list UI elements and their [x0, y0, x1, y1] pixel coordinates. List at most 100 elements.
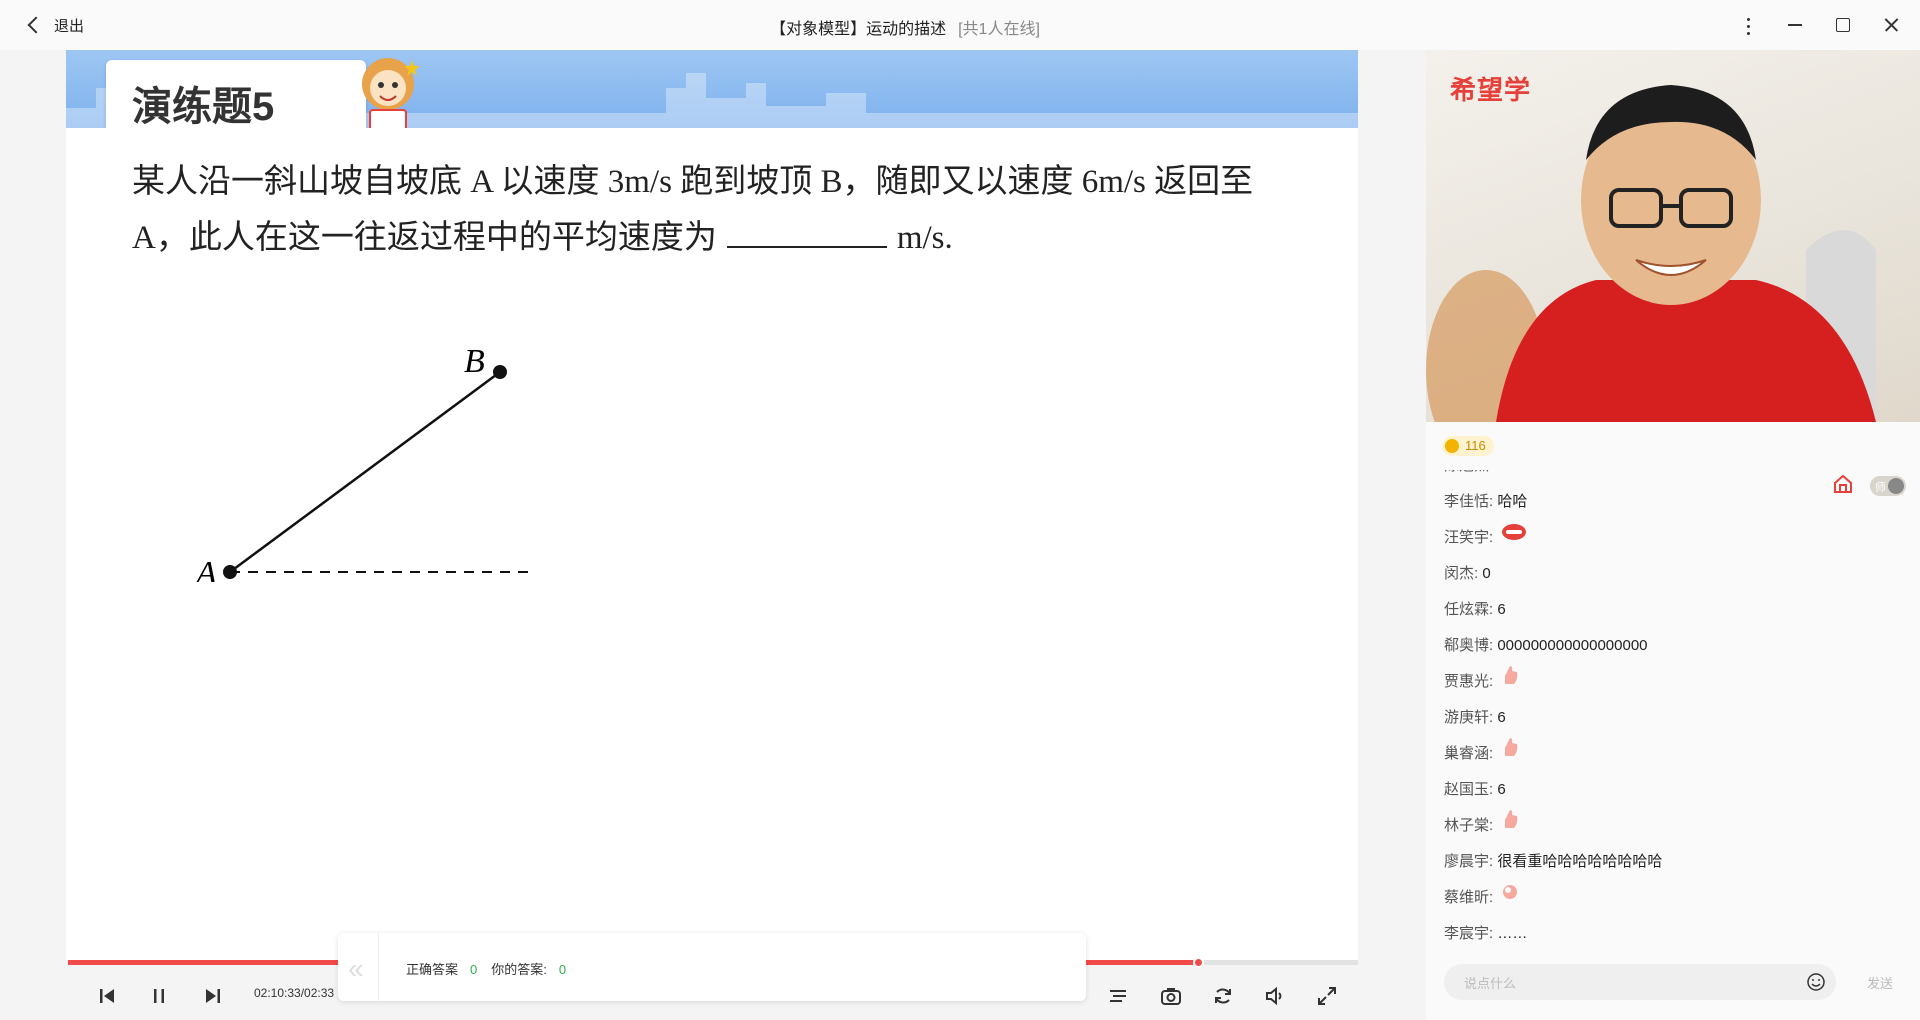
chat-text: 0 [1478, 565, 1491, 582]
question-text: 某人沿一斜山坡自坡底 A 以速度 3m/s 跑到坡顶 B，随即又以速度 6m/s… [132, 154, 1312, 266]
fullscreen-icon[interactable] [1314, 983, 1340, 1009]
point-a [223, 565, 237, 579]
chat-text: 000000000000000000 [1493, 637, 1648, 654]
chat-text [1493, 889, 1497, 906]
next-icon[interactable] [200, 983, 226, 1009]
divider [378, 933, 379, 1001]
chat-text: 6 [1493, 781, 1506, 798]
chat-message: 廖晨宇: 很看重哈哈哈哈哈哈哈哈 [1444, 844, 1824, 880]
correct-answer-value: 0 [470, 962, 478, 977]
chat-message: 闵杰: 0 [1444, 556, 1824, 592]
more-menu-icon[interactable] [1733, 10, 1763, 40]
collapse-arrows-icon[interactable]: « [348, 953, 364, 985]
chat-username: 闵杰: [1444, 565, 1479, 582]
chat-text: 6 [1493, 709, 1506, 726]
home-icon[interactable] [1832, 473, 1854, 495]
ok-emoji-icon [1501, 880, 1519, 916]
chat-text: 哈哈 [1493, 493, 1528, 510]
point-b [493, 365, 507, 379]
previous-icon[interactable] [94, 983, 120, 1009]
chat-username: 汪笑宇: [1444, 529, 1494, 546]
unit-text: m/s. [896, 220, 953, 256]
window-title: 【对象模型】运动的描述 [共1人在线] [0, 15, 1810, 39]
lips-emoji-icon [1501, 520, 1527, 556]
thumb-emoji-icon [1501, 736, 1519, 772]
correct-answer-label: 正确答案 [406, 962, 459, 977]
close-button[interactable] [1876, 10, 1906, 40]
time-display: 02:10:33/02:33 [254, 986, 335, 1000]
monkey-mascot-icon [362, 58, 420, 128]
chat-message: 郗奥博: 000000000000000000 [1444, 628, 1824, 664]
answer-blank [726, 216, 887, 248]
chat-message: 李宸宇: …… [1444, 916, 1824, 952]
chat-text [1493, 745, 1497, 762]
chat-message: 贾惠光: [1444, 664, 1824, 700]
chat-message: 陈冠杰: -2 [1444, 470, 1824, 484]
volume-icon[interactable] [1262, 983, 1288, 1009]
chat-list: 陈冠杰: -2李佳恬: 哈哈汪笑宇: 闵杰: 0任炫霖: 6郗奥博: 00000… [1444, 470, 1824, 970]
chat-text: -2 [1493, 470, 1510, 474]
chat-username: 蔡维昕: [1444, 889, 1494, 906]
chat-text: …… [1493, 925, 1528, 942]
chat-message: 赵国玉: 6 [1444, 772, 1824, 808]
label-a: A [194, 555, 217, 582]
chat-username: 郗奥博: [1444, 637, 1494, 654]
slide-banner: 演练题5 [66, 50, 1358, 128]
minimize-button[interactable] [1780, 10, 1810, 40]
your-answer-label: 你的答案: [491, 962, 547, 977]
exercise-title-card: 演练题5 [106, 60, 366, 128]
chat-message: 任炫霖: 6 [1444, 592, 1824, 628]
question-line-2: A，此人在这一往返过程中的平均速度为 m/s. [132, 210, 1312, 266]
progress-knob[interactable] [1193, 957, 1205, 968]
chat-message: 林子棠: [1444, 808, 1824, 844]
course-title: 【对象模型】运动的描述 [770, 21, 947, 38]
chat-username: 李宸宇: [1444, 925, 1494, 942]
chat-text [1493, 817, 1497, 834]
chat-input[interactable] [1462, 972, 1786, 994]
chat-username: 林子棠: [1444, 817, 1494, 834]
answer-panel: « 正确答案 0 你的答案: 0 [338, 933, 1086, 1001]
emoji-icon[interactable] [1806, 972, 1826, 992]
teacher-figure [1426, 85, 1876, 422]
chat-message: 蔡维昕: [1444, 880, 1824, 916]
chat-username: 任炫霖: [1444, 601, 1494, 618]
title-bar: 退出 【对象模型】运动的描述 [共1人在线] [0, 0, 1920, 50]
chat-username: 陈冠杰: [1444, 470, 1493, 474]
pause-icon[interactable] [146, 983, 172, 1009]
refresh-icon[interactable] [1210, 983, 1236, 1009]
your-answer-value: 0 [558, 962, 567, 977]
question-line-1: 某人沿一斜山坡自坡底 A 以速度 3m/s 跑到坡顶 B，随即又以速度 6m/s… [132, 164, 1254, 200]
exercise-title: 演练题5 [132, 85, 275, 128]
coin-icon [1445, 438, 1459, 453]
right-panel: 希望学 116 师 陈冠杰: -2李佳恬: 哈哈汪笑宇: 闵杰: 0任炫霖: 6… [1426, 50, 1920, 1020]
question-line-2-text: A，此人在这一往返过程中的平均速度为 [132, 220, 717, 256]
chat-message: 游庚轩: 6 [1444, 700, 1824, 736]
subtitle-icon[interactable] [1105, 983, 1131, 1009]
chat-username: 廖晨宇: [1444, 853, 1494, 870]
chat-username: 游庚轩: [1444, 709, 1494, 726]
maximize-button[interactable] [1828, 10, 1858, 40]
teacher-only-toggle[interactable]: 师 [1870, 476, 1906, 496]
toggle-label: 师 [1875, 482, 1886, 494]
chat-text: 很看重哈哈哈哈哈哈哈哈 [1493, 853, 1663, 870]
slide-area: 演练题5 某人沿一斜山坡自坡底 A 以速度 3m/s 跑到坡顶 B，随即又以速度… [66, 50, 1358, 960]
chat-message: 李佳恬: 哈哈 [1444, 484, 1824, 520]
chat-username: 李佳恬: [1444, 493, 1494, 510]
slope-diagram: A B [194, 343, 530, 582]
send-button[interactable]: 发送 [1852, 964, 1908, 1000]
teacher-video: 希望学 [1426, 50, 1920, 422]
chat-username: 巢睿涵: [1444, 745, 1494, 762]
online-count: [共1人在线] [958, 21, 1040, 38]
thumb-emoji-icon [1501, 664, 1519, 700]
chat-input-box [1444, 964, 1836, 1000]
answer-row: 正确答案 0 你的答案: 0 [406, 959, 580, 978]
chat-username: 赵国玉: [1444, 781, 1494, 798]
chat-username: 贾惠光: [1444, 673, 1494, 690]
thumb-emoji-icon [1501, 808, 1519, 844]
coin-count: 116 [1465, 438, 1486, 453]
label-b: B [464, 343, 485, 380]
chat-text: 6 [1493, 601, 1506, 618]
slope-line [229, 370, 501, 574]
screenshot-icon[interactable] [1158, 983, 1184, 1009]
chat-message: 汪笑宇: [1444, 520, 1824, 556]
